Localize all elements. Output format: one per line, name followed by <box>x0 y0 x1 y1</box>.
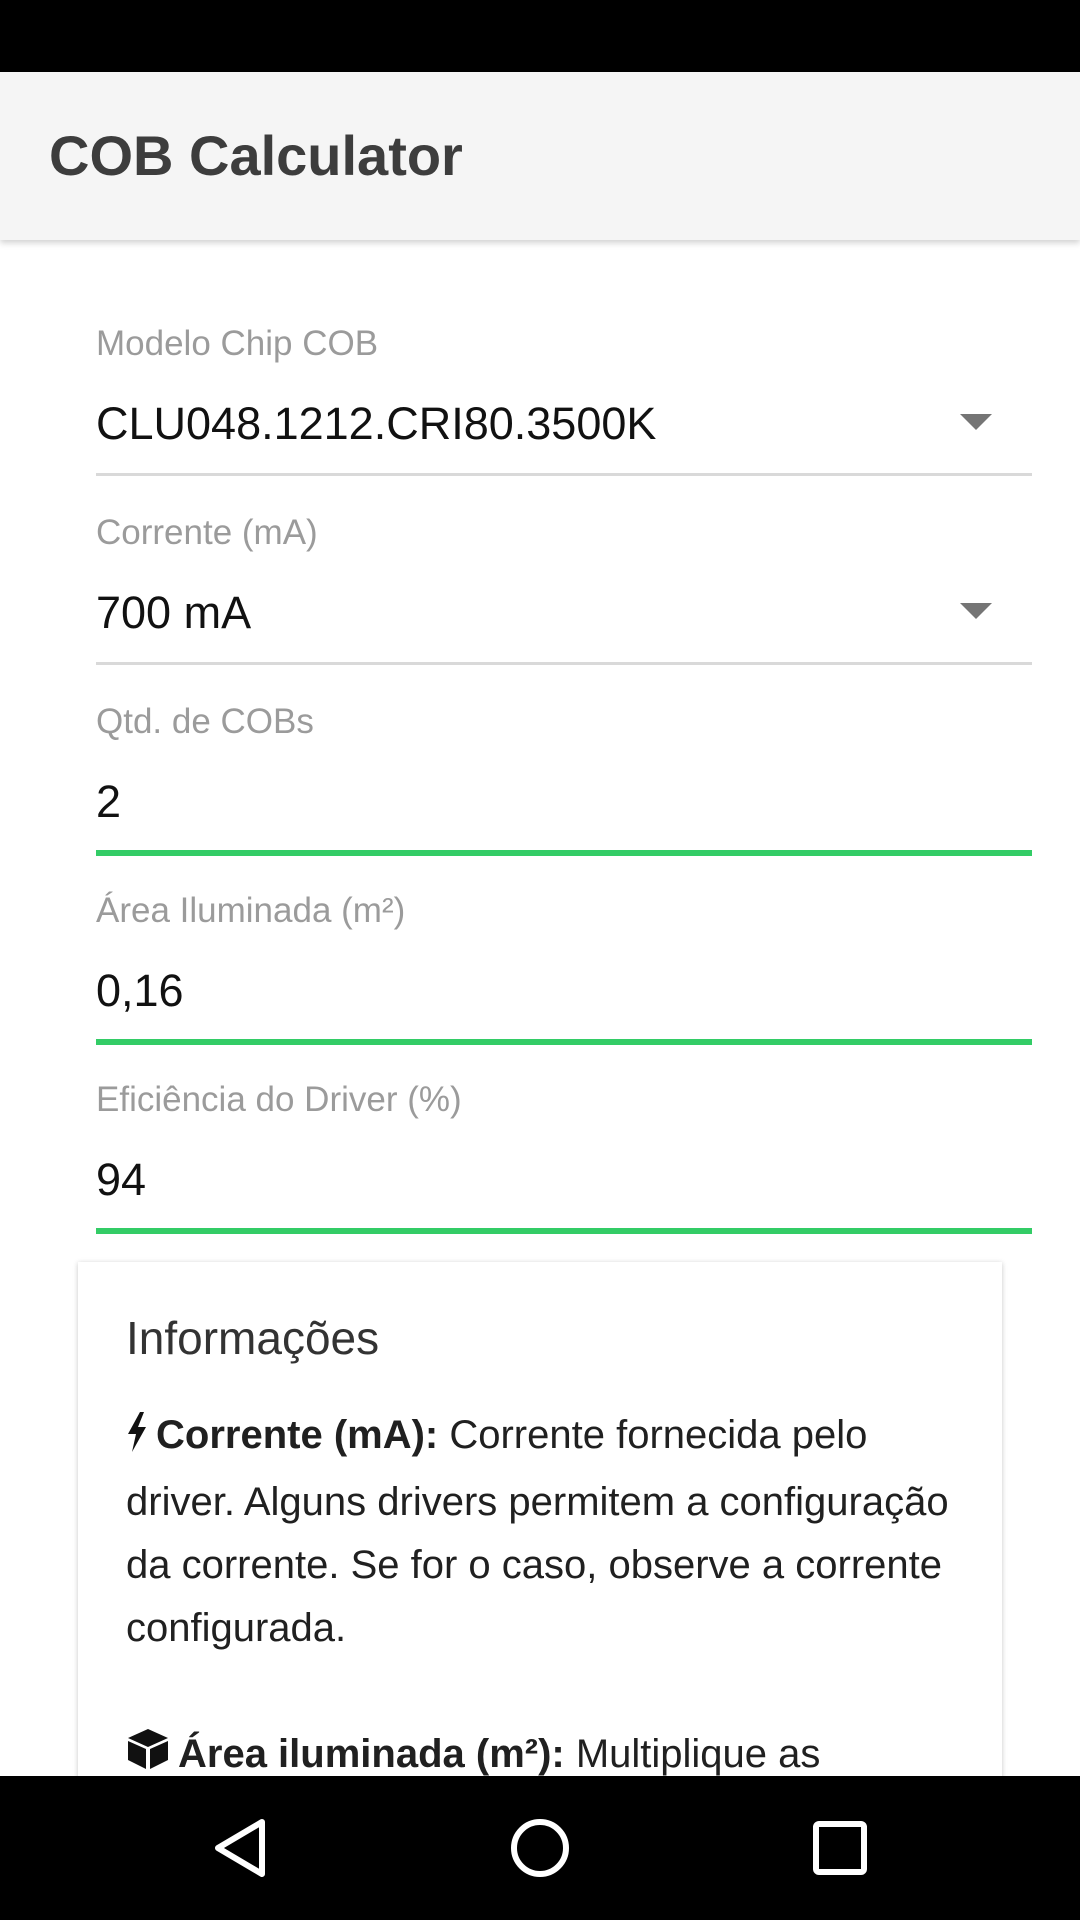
current-value[interactable]: 700 mA <box>96 583 1032 643</box>
chip-model-value[interactable]: CLU048.1212.CRI80.3500K <box>96 394 1032 454</box>
info-text-area: Multiplique as <box>564 1732 821 1776</box>
back-icon <box>215 1819 265 1877</box>
current-label: Corrente (mA) <box>96 513 318 552</box>
current-underline <box>96 662 1032 665</box>
status-bar <box>0 0 1080 72</box>
info-title: Informações <box>126 1312 380 1364</box>
cob-qty-input[interactable]: 2 <box>96 772 1032 832</box>
recents-button[interactable] <box>768 1776 912 1920</box>
cob-qty-underline <box>96 850 1032 856</box>
area-underline <box>96 1039 1032 1045</box>
info-card: Informações Corrente (mA): Corrente forn… <box>78 1262 1002 1776</box>
recents-icon <box>813 1821 867 1875</box>
navigation-bar <box>0 1776 1080 1920</box>
home-button[interactable] <box>468 1776 612 1920</box>
info-term-current: Corrente (mA): <box>156 1413 439 1457</box>
app-bar: COB Calculator <box>0 72 1080 240</box>
info-item-current: Corrente (mA): Corrente fornecida pelo d… <box>126 1404 954 1660</box>
chip-model-select[interactable]: Modelo Chip COB CLU048.1212.CRI80.3500K <box>96 324 1032 476</box>
driver-efficiency-label: Eficiência do Driver (%) <box>96 1080 462 1119</box>
cob-qty-field[interactable]: Qtd. de COBs 2 <box>96 702 1032 858</box>
chevron-down-icon[interactable] <box>960 414 992 430</box>
content-area[interactable]: Modelo Chip COB CLU048.1212.CRI80.3500K … <box>0 240 1080 1776</box>
chip-model-label: Modelo Chip COB <box>96 324 379 363</box>
info-term-area: Área iluminada (m²): <box>178 1732 565 1776</box>
back-button[interactable] <box>168 1776 312 1920</box>
driver-efficiency-underline <box>96 1228 1032 1234</box>
chevron-down-icon[interactable] <box>960 603 992 619</box>
area-input[interactable]: 0,16 <box>96 961 1032 1021</box>
info-item-area: Área iluminada (m²): Multiplique as <box>126 1723 954 1776</box>
app-title: COB Calculator <box>49 124 463 187</box>
current-select[interactable]: Corrente (mA) 700 mA <box>96 513 1032 665</box>
area-field[interactable]: Área Iluminada (m²) 0,16 <box>96 891 1032 1047</box>
area-label: Área Iluminada (m²) <box>96 891 406 930</box>
driver-efficiency-field[interactable]: Eficiência do Driver (%) 94 <box>96 1080 1032 1236</box>
cob-qty-label: Qtd. de COBs <box>96 702 314 741</box>
bolt-icon <box>126 1408 148 1471</box>
driver-efficiency-input[interactable]: 94 <box>96 1150 1032 1210</box>
chip-model-underline <box>96 473 1032 476</box>
cube-icon <box>126 1727 170 1776</box>
home-icon <box>511 1819 569 1877</box>
